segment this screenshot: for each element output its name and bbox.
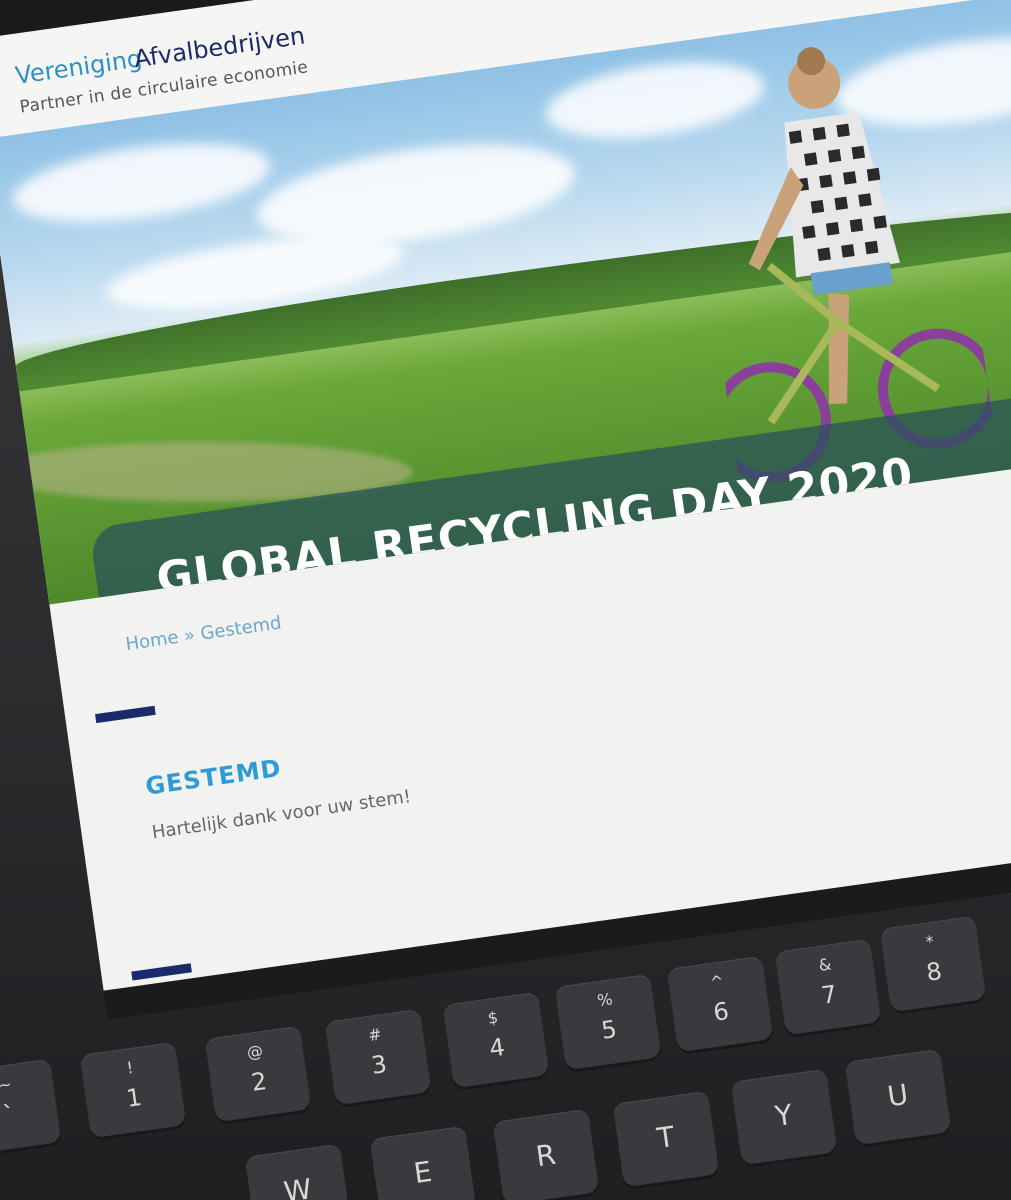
key-y[interactable]: Y [730, 1068, 838, 1166]
key-t[interactable]: T [612, 1090, 720, 1188]
accent-bar [95, 705, 156, 724]
key-6[interactable]: ^ 6 [666, 955, 774, 1053]
key-3[interactable]: #3 [324, 1008, 432, 1106]
key-w[interactable]: W [244, 1143, 352, 1200]
breadcrumb-separator: » [176, 623, 203, 648]
breadcrumb-current: Gestemd [199, 612, 283, 645]
photo-scene: Vereniging Afvalbedrijven Partner in de … [0, 0, 1011, 1200]
cloud [7, 129, 276, 236]
key-backtick[interactable]: ~ ` [0, 1058, 62, 1156]
key-r[interactable]: R [492, 1108, 600, 1200]
key-5[interactable]: % 5 [554, 973, 662, 1071]
key-2[interactable]: @2 [204, 1025, 312, 1123]
page-title: GESTEMD [143, 753, 284, 801]
tablet-screen: Vereniging Afvalbedrijven Partner in de … [0, 0, 1011, 991]
key-e[interactable]: E [369, 1125, 477, 1200]
key-1[interactable]: ! 1 [79, 1041, 187, 1139]
key-4[interactable]: $4 [442, 991, 550, 1089]
breadcrumb-home-link[interactable]: Home [124, 627, 180, 655]
key-u[interactable]: U [844, 1048, 952, 1146]
key-7[interactable]: & 7 [774, 938, 882, 1036]
key-8[interactable]: * 8 [879, 915, 987, 1013]
breadcrumb: Home » Gestemd [124, 612, 283, 655]
keyboard: ~ ` ! 1 @2 #3 $4 % 5 ^ 6 & 7 * 8 W E R T Y U [0, 860, 1011, 1200]
